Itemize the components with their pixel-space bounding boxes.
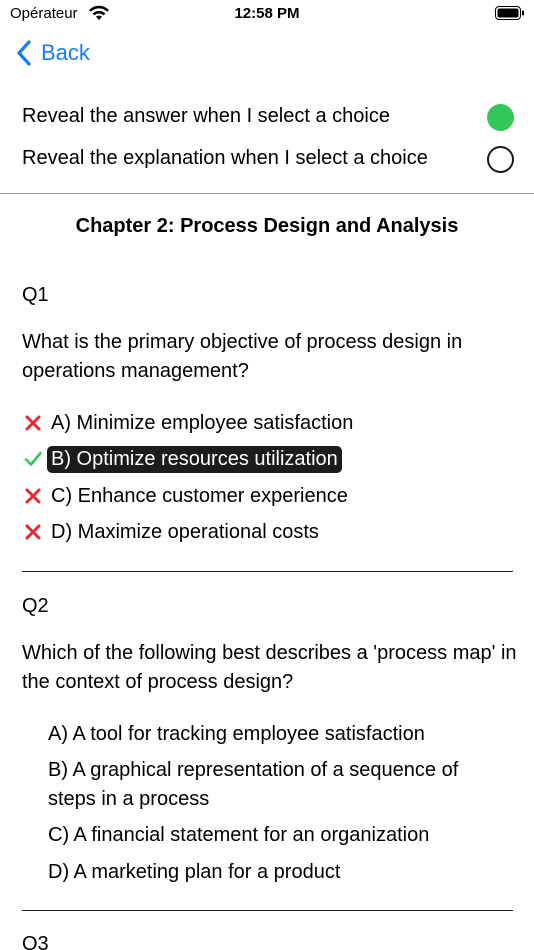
cross-icon [22,486,43,507]
question-divider [22,571,513,572]
checkmark-icon [22,449,43,470]
choice-option[interactable]: C) A financial statement for an organiza… [48,821,508,850]
reveal-explanation-label: Reveal the explanation when I select a c… [22,147,428,169]
back-button[interactable]: Back [16,40,90,66]
reveal-explanation-toggle[interactable] [487,146,514,173]
question-divider [22,910,513,911]
cross-icon [22,413,43,434]
cross-icon [22,522,43,543]
reveal-answer-setting: Reveal the answer when I select a choice [0,98,534,138]
question-number: Q3 [22,933,49,950]
question-number: Q1 [22,284,49,306]
choice-option-selected[interactable]: B) Optimize resources utilization [22,442,342,476]
choice-option[interactable]: A) Minimize employee satisfaction [22,406,357,440]
question-number: Q2 [22,595,49,617]
question-text: Which of the following best describes a … [22,642,517,693]
choice-option[interactable]: D) A marketing plan for a product [48,858,508,887]
choice-option[interactable]: C) Enhance customer experience [22,479,352,513]
status-bar: Opérateur 12:58 PM [0,0,534,30]
choice-option[interactable]: A) A tool for tracking employee satisfac… [48,720,508,749]
choice-label: C) Enhance customer experience [51,484,348,507]
choice-label: D) Maximize operational costs [51,520,319,543]
reveal-explanation-setting: Reveal the explanation when I select a c… [0,140,534,180]
choice-label: B) Optimize resources utilization [47,445,342,473]
chapter-title: Chapter 2: Process Design and Analysis [75,215,459,237]
reveal-answer-toggle[interactable] [487,104,514,131]
question-text: What is the primary objective of process… [22,331,463,382]
settings-divider [0,193,534,194]
choice-label: A) Minimize employee satisfaction [51,411,354,434]
choice-option[interactable]: B) A graphical representation of a seque… [48,756,508,813]
battery-icon [495,6,524,20]
chevron-left-icon [17,40,31,66]
back-button-label: Back [41,40,90,65]
choice-option[interactable]: D) Maximize operational costs [22,515,323,549]
status-time: 12:58 PM [234,5,300,22]
reveal-answer-label: Reveal the answer when I select a choice [22,105,390,127]
